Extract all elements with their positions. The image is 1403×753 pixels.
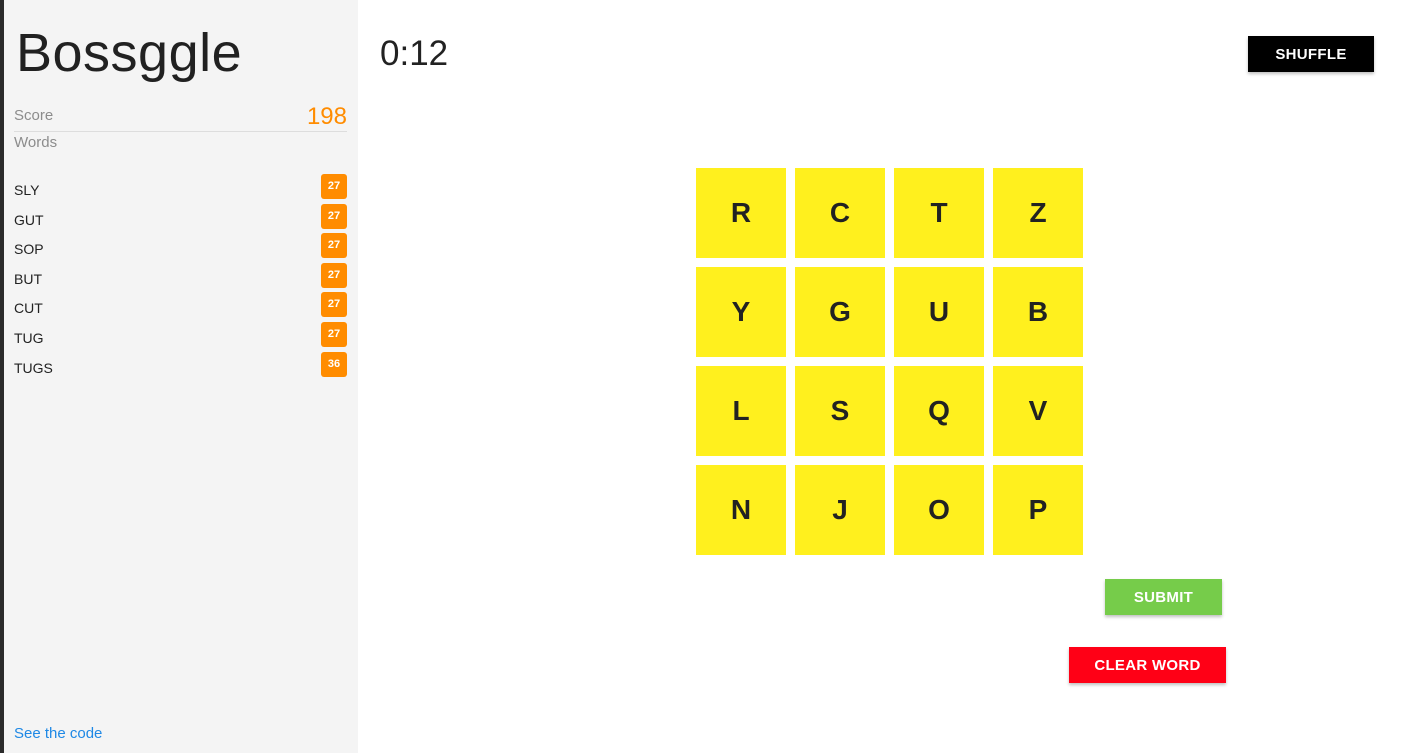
word-points-badge: 27 <box>321 233 347 259</box>
word-list-item: BUT 27 <box>14 262 347 293</box>
word-list-item: GUT 27 <box>14 203 347 234</box>
letter-tile[interactable]: S <box>795 366 885 456</box>
app-title: Bossggle <box>16 23 243 83</box>
word-text: SLY <box>14 182 40 198</box>
letter-tile[interactable]: J <box>795 465 885 555</box>
clear-word-button[interactable]: CLEAR WORD <box>1069 647 1226 683</box>
words-label: Words <box>14 134 58 151</box>
letter-board: R C T Z Y G U B L S Q V N J O P <box>696 168 1083 555</box>
word-text: CUT <box>14 300 43 317</box>
word-list-item: TUGS 36 <box>14 351 347 382</box>
letter-tile[interactable]: T <box>894 168 984 258</box>
letter-tile[interactable]: Y <box>696 267 786 357</box>
word-list: SLY 27 GUT 27 SOP 27 BUT 27 CUT 27 TUG 2… <box>14 174 347 381</box>
word-text: SOP <box>14 241 44 258</box>
word-list-item: SOP 27 <box>14 233 347 263</box>
word-list-item: SLY 27 <box>14 174 347 204</box>
word-text: TUGS <box>14 359 53 376</box>
letter-tile[interactable]: R <box>696 168 786 258</box>
word-points-badge: 27 <box>321 203 347 229</box>
word-text: TUG <box>14 329 44 346</box>
letter-tile[interactable]: Q <box>894 366 984 456</box>
word-points-badge: 27 <box>321 262 347 288</box>
word-text: BUT <box>14 270 42 287</box>
word-list-item: CUT 27 <box>14 292 347 322</box>
word-points-badge: 27 <box>321 174 347 199</box>
letter-tile[interactable]: V <box>993 366 1083 456</box>
letter-tile[interactable]: G <box>795 267 885 357</box>
word-points-badge: 36 <box>321 351 347 377</box>
letter-tile[interactable]: B <box>993 267 1083 357</box>
shuffle-button[interactable]: SHUFFLE <box>1248 36 1374 72</box>
word-points-badge: 27 <box>321 321 347 347</box>
score-row: Score 198 <box>14 102 347 132</box>
letter-tile[interactable]: L <box>696 366 786 456</box>
word-list-item: TUG 27 <box>14 321 347 352</box>
submit-button[interactable]: SUBMIT <box>1105 579 1222 615</box>
word-points-badge: 27 <box>321 292 347 318</box>
score-label: Score <box>14 107 54 124</box>
letter-tile[interactable]: Z <box>993 168 1083 258</box>
letter-tile[interactable]: U <box>894 267 984 357</box>
letter-tile[interactable]: P <box>993 465 1083 555</box>
letter-tile[interactable]: O <box>894 465 984 555</box>
see-code-link[interactable]: See the code <box>14 725 102 742</box>
letter-tile[interactable]: N <box>696 465 786 555</box>
timer: 0:12 <box>380 34 449 73</box>
sidebar: Bossggle Score 198 Words SLY 27 GUT 27 S… <box>0 0 358 753</box>
letter-tile[interactable]: C <box>795 168 885 258</box>
word-text: GUT <box>14 211 44 228</box>
score-value: 198 <box>306 103 347 130</box>
